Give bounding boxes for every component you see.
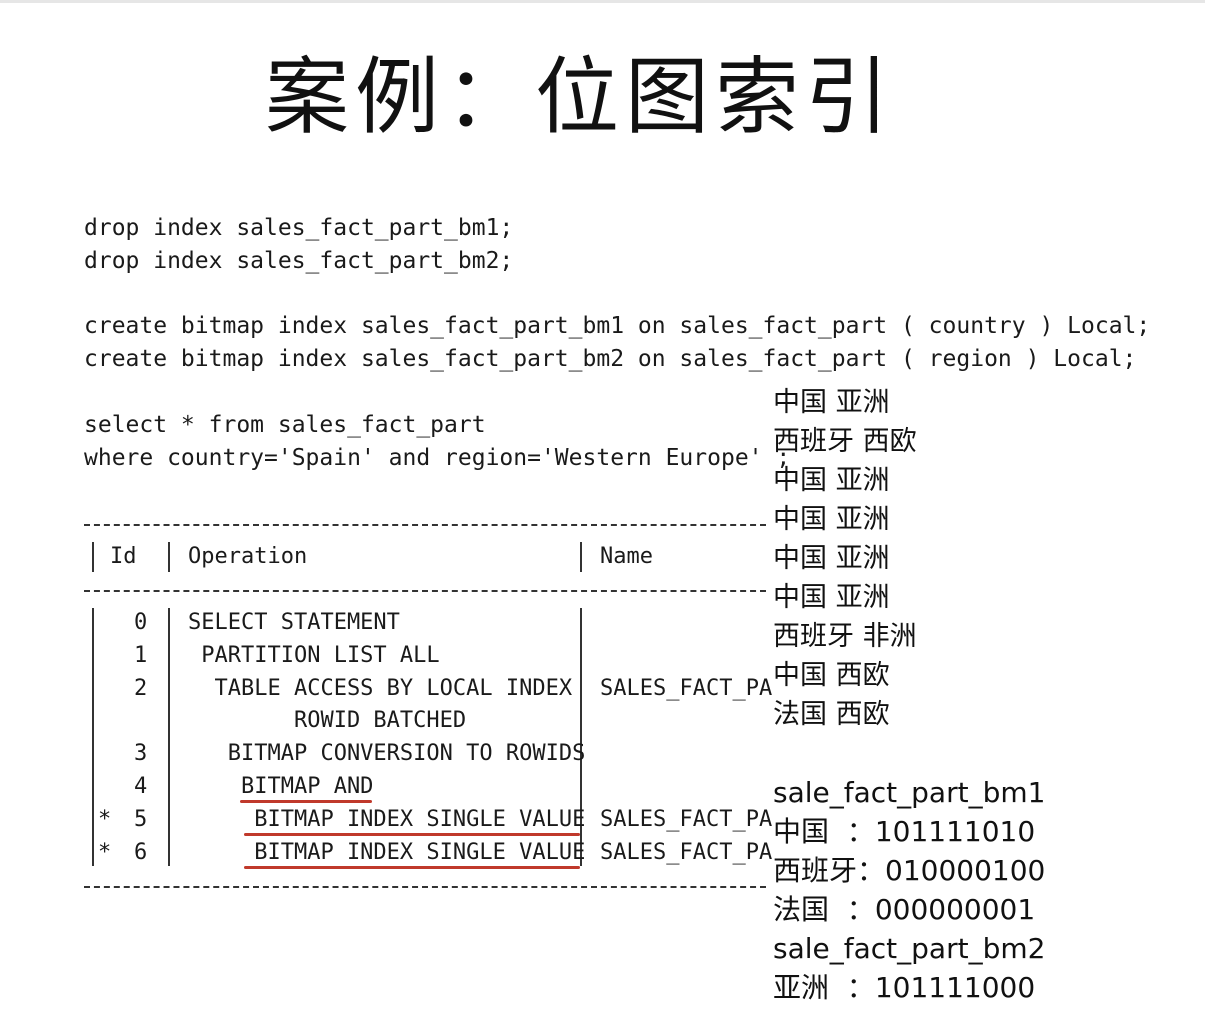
list-item: 中国 亚洲 xyxy=(773,543,890,574)
list-item: 中国 亚洲 xyxy=(773,387,890,418)
bitmap-bits: 000000001 xyxy=(874,893,1036,926)
sql-drop-2: drop index sales_fact_part_bm2; xyxy=(84,248,514,274)
list-item: 西班牙 西欧 xyxy=(773,426,917,457)
bitmap-key: 亚洲 ： xyxy=(773,971,875,1004)
table-border-left xyxy=(92,608,94,866)
sql-create-2: create bitmap index sales_fact_part_bm2 … xyxy=(84,346,1137,372)
bitmap-entry: 西班牙：010000100 xyxy=(773,852,1045,890)
table-border-op-header xyxy=(580,542,582,572)
row-operation: BITMAP INDEX SINGLE VALUE xyxy=(188,807,586,832)
slide-title: 案例：位图索引 xyxy=(264,48,895,146)
bitmap-bits: 101111000 xyxy=(874,971,1036,1004)
list-item: 中国 西欧 xyxy=(773,660,890,691)
row-operation: ROWID BATCHED xyxy=(188,708,467,733)
row-id: 4 xyxy=(134,774,148,799)
bitmap-2-title: sale_fact_part_bm2 xyxy=(773,932,1046,965)
bitmap-bits: 010000100 xyxy=(885,854,1046,887)
top-border xyxy=(0,0,1205,3)
row-operation: BITMAP CONVERSION TO ROWIDS xyxy=(188,741,586,766)
list-item: 中国 亚洲 xyxy=(773,504,890,535)
row-mark: * xyxy=(98,807,112,832)
header-operation: Operation xyxy=(188,544,308,569)
list-item: 中国 亚洲 xyxy=(773,465,890,496)
table-border-id-header xyxy=(168,542,170,572)
row-operation: BITMAP INDEX SINGLE VALUE xyxy=(188,840,586,865)
sql-drop-1: drop index sales_fact_part_bm1; xyxy=(84,215,514,241)
row-operation: BITMAP AND xyxy=(188,774,374,799)
table-border-left-header xyxy=(92,542,94,572)
row-operation: PARTITION LIST ALL xyxy=(188,643,440,668)
sql-select-2: where country='Spain' and region='Wester… xyxy=(84,445,791,471)
bitmap-entry: 中国 ：101111010 xyxy=(773,813,1035,851)
list-item: 法国 西欧 xyxy=(773,699,890,730)
row-operation: SELECT STATEMENT xyxy=(188,610,400,635)
header-name: Name xyxy=(600,544,653,569)
bitmap-entry: 亚洲 ：101111000 xyxy=(773,969,1035,1007)
sql-select-1: select * from sales_fact_part xyxy=(84,412,486,438)
list-item: 中国 亚洲 xyxy=(773,582,890,613)
sql-create-1: create bitmap index sales_fact_part_bm1 … xyxy=(84,313,1151,339)
table-divider-bottom xyxy=(84,886,766,888)
bitmap-key: 中国 ： xyxy=(773,815,875,848)
slide: 案例：位图索引 drop index sales_fact_part_bm1; … xyxy=(0,0,1205,1018)
table-divider-top xyxy=(84,524,766,526)
underline-index-single-value-1 xyxy=(244,833,580,836)
row-name: SALES_FACT_PA xyxy=(600,840,773,865)
bitmap-bits: 101111010 xyxy=(874,815,1036,848)
row-name: SALES_FACT_PA xyxy=(600,807,773,832)
list-item: 西班牙 非洲 xyxy=(773,621,917,652)
row-id: 3 xyxy=(134,741,148,766)
underline-index-single-value-2 xyxy=(244,866,580,869)
row-id: 1 xyxy=(134,643,148,668)
row-id: 0 xyxy=(134,610,148,635)
row-mark: * xyxy=(98,840,112,865)
row-name: SALES_FACT_PA xyxy=(600,676,773,701)
table-divider-header xyxy=(84,590,766,592)
underline-bitmap-and xyxy=(240,800,372,803)
row-id: 6 xyxy=(134,840,148,865)
bitmap-entry: 法国 ：000000001 xyxy=(773,891,1035,929)
bitmap-key: 法国 ： xyxy=(773,893,875,926)
row-id: 2 xyxy=(134,676,148,701)
table-border-id xyxy=(168,608,170,866)
row-operation: TABLE ACCESS BY LOCAL INDEX xyxy=(188,676,573,701)
bitmap-key: 西班牙： xyxy=(773,854,886,887)
header-id: Id xyxy=(110,544,137,569)
row-id: 5 xyxy=(134,807,148,832)
bitmap-1-title: sale_fact_part_bm1 xyxy=(773,776,1046,809)
